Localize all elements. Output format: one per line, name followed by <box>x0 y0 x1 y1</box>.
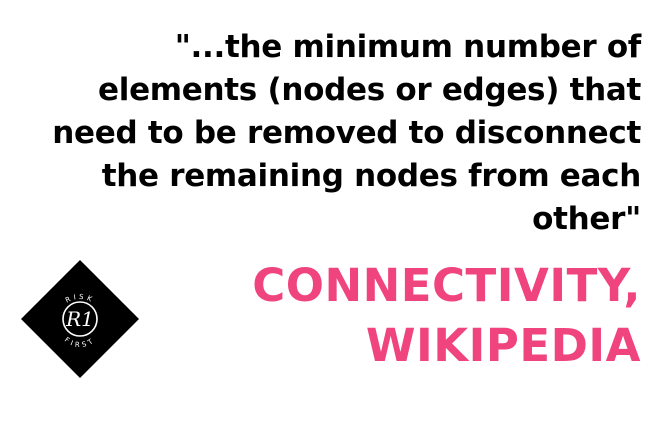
quote-text: "...the minimum number of elements (node… <box>11 26 641 241</box>
attribution-line: CONNECTIVITY, <box>252 259 641 312</box>
attribution-line: WIKIPEDIA <box>365 319 641 372</box>
quote-line: other" <box>532 201 641 237</box>
quote-line: the remaining nodes from each <box>101 158 642 194</box>
attribution: CONNECTIVITY, WIKIPEDIA <box>252 256 641 376</box>
quote-line: need to be removed to disconnect <box>52 115 641 151</box>
risk-first-logo: R1 RISK FIRST <box>21 260 139 378</box>
quote-line: "...the minimum number of <box>174 29 642 65</box>
logo-monogram: R1 <box>65 307 94 331</box>
quote-line: elements (nodes or edges) that <box>98 72 641 108</box>
